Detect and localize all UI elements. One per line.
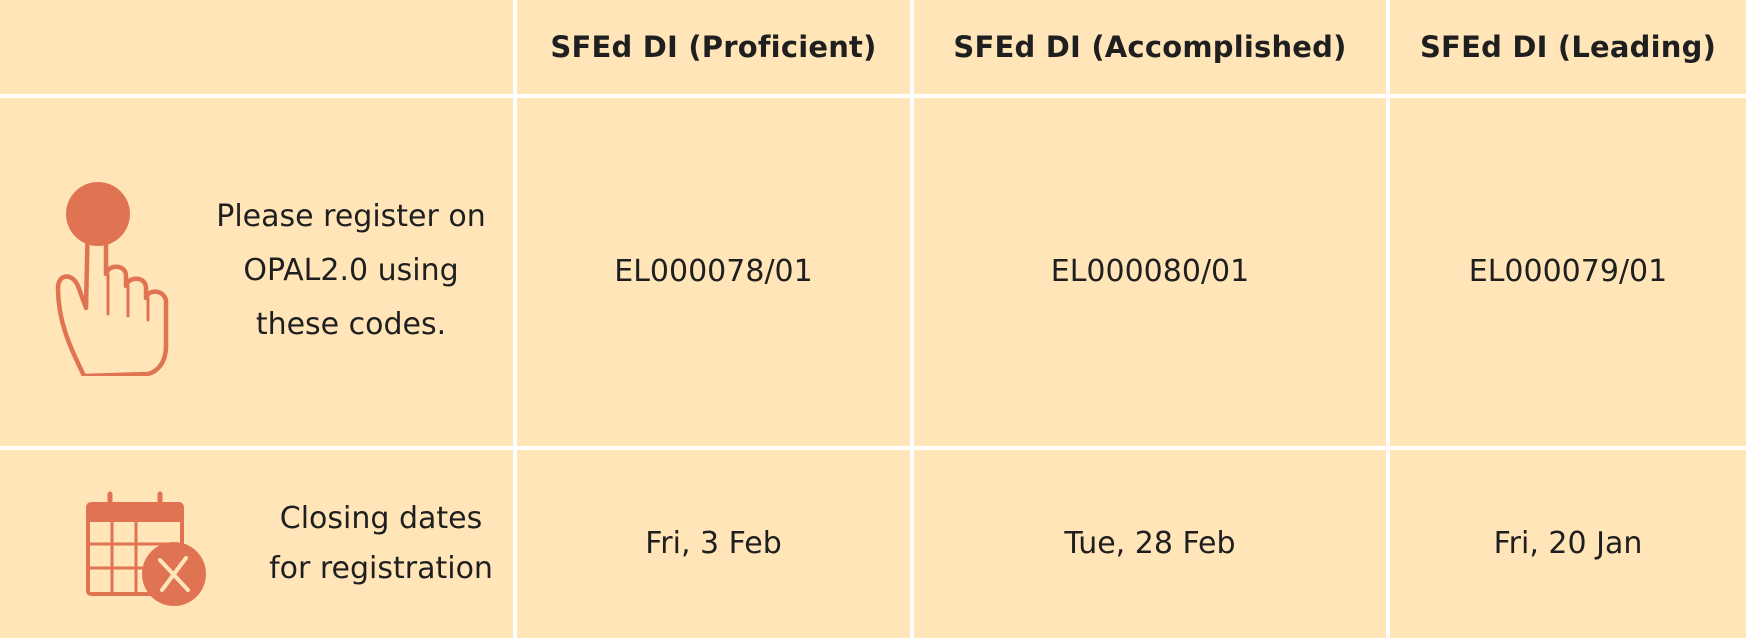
column-header-accomplished: SFEd DI (Accomplished): [914, 0, 1386, 94]
row-label-codes: Please register on OPAL2.0 using these c…: [200, 190, 502, 352]
column-header-leading: SFEd DI (Leading): [1390, 0, 1746, 94]
row-label-cell-dates: Closing dates for registration: [0, 450, 513, 638]
closing-date-proficient: Fri, 3 Feb: [517, 450, 910, 638]
row-label-cell-codes: Please register on OPAL2.0 using these c…: [0, 98, 513, 446]
code-leading: EL000079/01: [1390, 98, 1746, 446]
header-corner-cell: [0, 0, 513, 94]
closing-date-leading: Fri, 20 Jan: [1390, 450, 1746, 638]
row-label-codes-line-1: Please register on: [216, 199, 486, 234]
registration-table: SFEd DI (Proficient) SFEd DI (Accomplish…: [0, 0, 1746, 638]
row-label-codes-line-3: these codes.: [255, 307, 447, 342]
calendar-cancel-icon: [86, 491, 206, 606]
code-proficient: EL000078/01: [517, 98, 910, 446]
row-label-dates-line-1: Closing dates: [279, 501, 483, 536]
row-label-dates: Closing dates for registration: [252, 494, 510, 594]
row-label-codes-line-2: OPAL2.0 using: [243, 253, 459, 288]
column-header-proficient: SFEd DI (Proficient): [517, 0, 910, 94]
code-accomplished: EL000080/01: [914, 98, 1386, 446]
row-label-dates-line-2: for registration: [269, 551, 493, 586]
closing-date-accomplished: Tue, 28 Feb: [914, 450, 1386, 638]
pointing-hand-icon: [55, 182, 169, 376]
